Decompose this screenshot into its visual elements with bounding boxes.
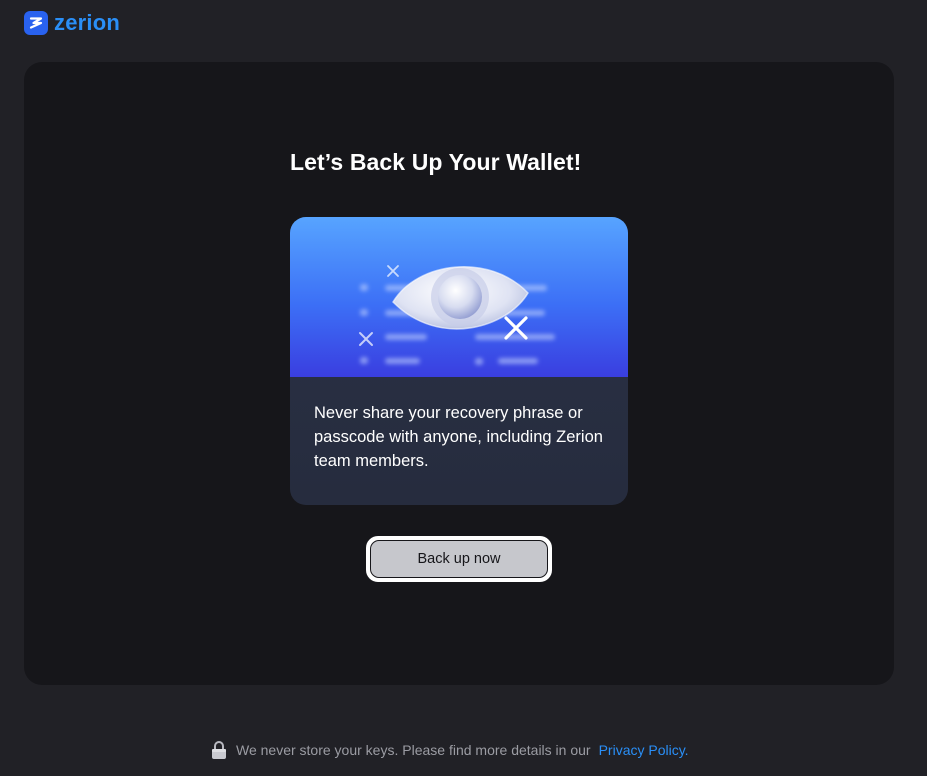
back-up-now-button[interactable]: Back up now: [366, 536, 552, 582]
warning-text: Never share your recovery phrase or pass…: [314, 404, 603, 470]
back-up-now-label: Back up now: [370, 540, 548, 578]
page-title: Let’s Back Up Your Wallet!: [290, 149, 582, 175]
logo-wordmark: zerion: [54, 10, 120, 35]
privacy-notice-text: We never store your keys. Please find mo…: [236, 742, 591, 758]
zerion-logo-icon: [24, 11, 48, 35]
zerion-logo: zerion: [24, 11, 120, 35]
lock-icon: [210, 740, 228, 760]
eye-illustration: [290, 217, 628, 377]
privacy-policy-link[interactable]: Privacy Policy.: [599, 742, 689, 758]
security-warning-card: Never share your recovery phrase or pass…: [290, 217, 628, 505]
privacy-notice: We never store your keys. Please find mo…: [210, 740, 689, 760]
